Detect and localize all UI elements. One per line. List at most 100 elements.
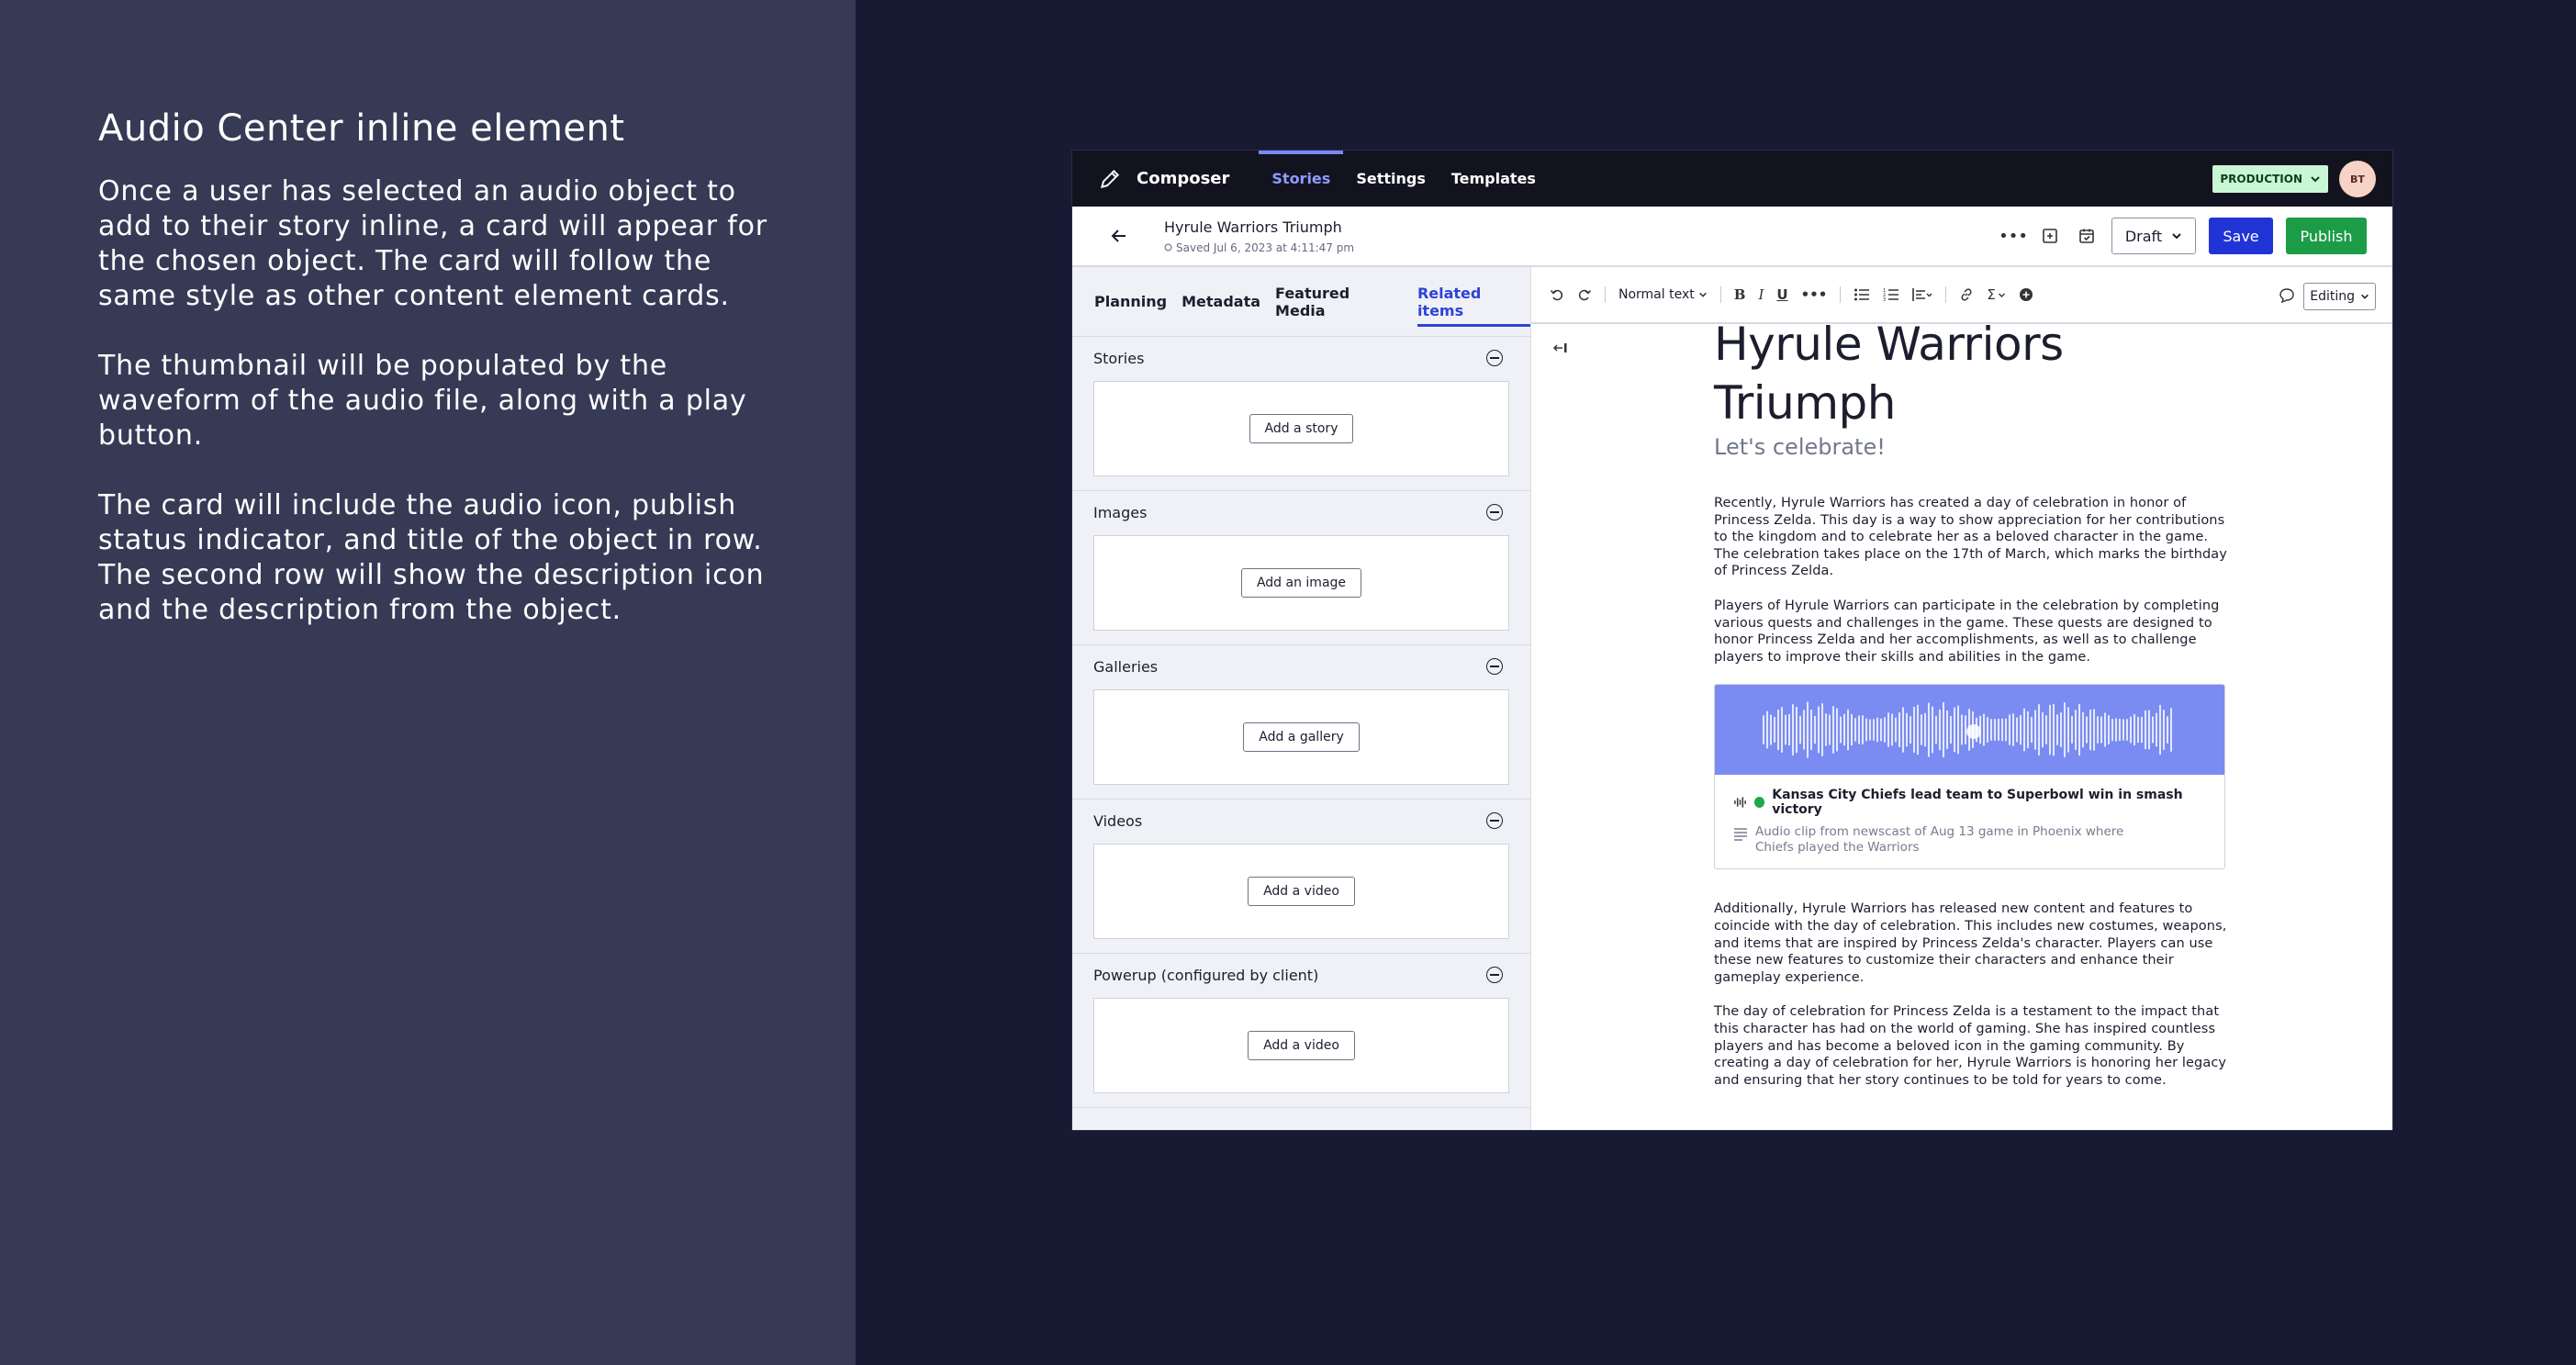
chevron-down-icon <box>2311 176 2320 183</box>
tab-related-items[interactable]: Related items <box>1417 277 1531 327</box>
collapse-icon[interactable] <box>1486 658 1503 675</box>
article-subtitle[interactable]: Let's celebrate! <box>1714 434 2228 460</box>
tab-metadata[interactable]: Metadata <box>1182 285 1260 318</box>
article-paragraph[interactable]: Recently, Hyrule Warriors has created a … <box>1714 495 2228 580</box>
collapse-icon[interactable] <box>1486 504 1503 520</box>
saved-text: Saved Jul 6, 2023 at 4:11:47 pm <box>1176 241 1355 254</box>
comment-icon[interactable] <box>2279 287 2295 308</box>
section-title: Galleries <box>1093 657 1159 676</box>
back-button[interactable] <box>1098 215 1140 257</box>
description-icon <box>1734 828 1747 842</box>
section-title: Images <box>1093 503 1148 521</box>
status-value: Draft <box>2124 227 2163 245</box>
composer-app-window: Composer Stories Settings Templates PROD… <box>1071 150 2393 1131</box>
preview-icon[interactable] <box>2038 224 2062 248</box>
section-title: Powerup (configured by client) <box>1093 966 1319 984</box>
story-title: Hyrule Warriors Triumph <box>1164 218 1342 236</box>
audio-icon <box>1734 797 1746 808</box>
text-style-value: Normal text <box>1618 287 1695 302</box>
align-icon[interactable] <box>1912 287 1932 302</box>
add-gallery-button[interactable]: Add a gallery <box>1243 722 1360 752</box>
schedule-icon[interactable] <box>2075 224 2099 248</box>
undo-icon[interactable] <box>1550 287 1564 302</box>
description-title: Audio Center inline element <box>98 107 625 150</box>
environment-label: PRODUCTION <box>2220 173 2302 185</box>
article-paragraph[interactable]: Players of Hyrule Warriors can participa… <box>1714 598 2228 666</box>
numbered-list-icon[interactable]: 123 <box>1883 287 1899 302</box>
bullet-list-icon[interactable] <box>1854 287 1870 302</box>
saved-circle-icon <box>1164 243 1172 252</box>
section-title: Stories <box>1093 349 1145 367</box>
side-panel: Planning Metadata Featured Media Related… <box>1072 267 1531 1130</box>
section-dropzone: Add an image <box>1093 535 1509 631</box>
section-dropzone: Add a video <box>1093 844 1509 939</box>
publish-button[interactable]: Publish <box>2286 218 2367 254</box>
audio-title: Kansas City Chiefs lead team to Superbow… <box>1772 788 2183 818</box>
insert-plus-icon[interactable] <box>2019 287 2033 302</box>
description-paragraph: The thumbnail will be populated by the w… <box>98 350 747 452</box>
pencil-icon <box>1100 169 1120 188</box>
chevron-down-icon <box>1998 293 2005 297</box>
description-panel: Audio Center inline element Once a user … <box>0 0 856 1365</box>
audio-description: Audio clip from newscast of Aug 13 game … <box>1755 824 2124 856</box>
section-dropzone: Add a gallery <box>1093 689 1509 785</box>
underline-icon[interactable]: U <box>1776 286 1787 303</box>
avatar[interactable]: BT <box>2339 161 2376 197</box>
article-body[interactable]: Hyrule Warriors Triumph Let's celebrate!… <box>1714 315 2228 1089</box>
article-paragraph[interactable]: Additionally, Hyrule Warriors has releas… <box>1714 901 2228 986</box>
svg-text:3: 3 <box>1883 297 1886 302</box>
tab-templates[interactable]: Templates <box>1439 151 1549 207</box>
description-paragraph: Once a user has selected an audio object… <box>98 175 767 312</box>
more-formatting-icon[interactable]: ••• <box>1801 286 1828 303</box>
text-style-select[interactable]: Normal text <box>1618 287 1708 302</box>
section-dropzone: Add a video <box>1093 998 1509 1093</box>
save-status: Saved Jul 6, 2023 at 4:11:47 pm <box>1164 241 1354 254</box>
collapse-icon[interactable] <box>1486 812 1503 829</box>
collapse-icon[interactable] <box>1486 350 1503 366</box>
workspace: Planning Metadata Featured Media Related… <box>1072 267 2392 1130</box>
side-tabs: Planning Metadata Featured Media Related… <box>1072 267 1531 337</box>
expand-panel-icon[interactable] <box>1552 342 1568 357</box>
divider <box>1605 286 1606 303</box>
publish-status-indicator <box>1753 797 1765 809</box>
chevron-down-icon <box>1698 292 1707 297</box>
tab-stories[interactable]: Stories <box>1259 151 1344 207</box>
story-actions: ••• Draft Save Publish <box>1999 218 2367 254</box>
more-options-icon[interactable]: ••• <box>1999 224 2028 248</box>
story-meta: Hyrule Warriors Triumph Saved Jul 6, 202… <box>1164 218 1354 254</box>
tab-planning[interactable]: Planning <box>1094 285 1167 318</box>
editor: Normal text B I U ••• 123 Σ Editing Hyru… <box>1531 267 2392 1130</box>
brand[interactable]: Composer <box>1098 167 1229 191</box>
formula-icon[interactable]: Σ <box>1987 286 2005 303</box>
add-powerup-video-button[interactable]: Add a video <box>1248 1031 1355 1060</box>
related-section-powerup: Powerup (configured by client) Add a vid… <box>1072 954 1530 1108</box>
italic-icon[interactable]: I <box>1758 286 1764 303</box>
divider <box>1840 286 1842 303</box>
audio-waveform-thumbnail <box>1715 685 2224 776</box>
related-section-stories: Stories Add a story <box>1072 337 1530 491</box>
story-header: Hyrule Warriors Triumph Saved Jul 6, 202… <box>1072 207 2392 267</box>
article-paragraph[interactable]: The day of celebration for Princess Zeld… <box>1714 1003 2228 1089</box>
environment-badge[interactable]: PRODUCTION <box>2212 165 2328 193</box>
add-story-button[interactable]: Add a story <box>1249 414 1354 443</box>
save-button[interactable]: Save <box>2209 218 2273 254</box>
article-title[interactable]: Hyrule Warriors Triumph <box>1714 315 2228 432</box>
tab-featured-media[interactable]: Featured Media <box>1275 277 1403 327</box>
tab-settings[interactable]: Settings <box>1343 151 1439 207</box>
related-section-videos: Videos Add a video <box>1072 800 1530 954</box>
audio-card[interactable]: Kansas City Chiefs lead team to Superbow… <box>1714 684 2225 870</box>
add-video-button[interactable]: Add a video <box>1248 877 1355 906</box>
collapse-icon[interactable] <box>1486 967 1503 983</box>
top-nav: Composer Stories Settings Templates PROD… <box>1072 151 2392 207</box>
bold-icon[interactable]: B <box>1734 286 1746 303</box>
add-image-button[interactable]: Add an image <box>1240 568 1362 598</box>
redo-icon[interactable] <box>1577 287 1592 302</box>
description-paragraph: The card will include the audio icon, pu… <box>98 489 765 626</box>
status-select[interactable]: Draft <box>2111 218 2196 254</box>
mode-select[interactable]: Editing <box>2303 283 2376 310</box>
link-icon[interactable] <box>1959 287 1974 302</box>
section-dropzone: Add a story <box>1093 381 1509 476</box>
section-title: Videos <box>1093 811 1143 830</box>
arrow-left-icon <box>1111 229 1126 242</box>
audio-card-info: Kansas City Chiefs lead team to Superbow… <box>1715 775 2224 868</box>
